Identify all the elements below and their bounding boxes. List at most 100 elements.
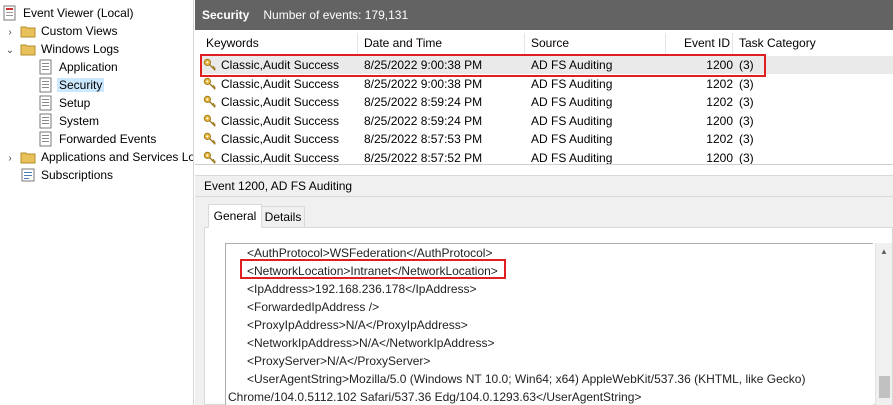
- cell-keywords: Classic,Audit Success: [221, 150, 340, 165]
- xml-line: <IpAddress>192.168.236.178</IpAddress>: [247, 282, 477, 296]
- xml-line: <ForwardedIpAddress />: [247, 300, 380, 314]
- vertical-scrollbar[interactable]: ▲: [875, 243, 892, 405]
- tree-label: Forwarded Events: [59, 132, 157, 146]
- tab-label: General: [213, 209, 257, 223]
- xml-line: <ProxyServer>N/A</ProxyServer>: [247, 354, 431, 368]
- column-header-event-id[interactable]: Event ID: [684, 36, 730, 53]
- tree-label: Windows Logs: [41, 42, 120, 56]
- column-divider[interactable]: [665, 33, 666, 55]
- cell-event-id: 1200: [706, 113, 733, 128]
- cell-task-category: (3): [739, 150, 754, 165]
- tab-label: Details: [264, 210, 302, 224]
- event-xml-textbox[interactable]: <AuthProtocol>WSFederation</AuthProtocol…: [225, 243, 873, 405]
- tree-item-windows-logs[interactable]: Windows Logs: [20, 40, 121, 58]
- event-row[interactable]: Classic,Audit Success 8/25/2022 8:59:24 P…: [201, 93, 893, 111]
- key-icon: [203, 114, 216, 127]
- tab-general[interactable]: General: [208, 204, 262, 228]
- folder-icon: [20, 44, 36, 56]
- event-row[interactable]: Classic,Audit Success 8/25/2022 8:59:24 P…: [201, 112, 893, 130]
- folder-icon: [20, 152, 36, 164]
- column-divider[interactable]: [732, 33, 733, 55]
- tree-item-application[interactable]: Application: [38, 58, 120, 76]
- scrollbar-thumb[interactable]: [879, 376, 890, 398]
- event-row[interactable]: Classic,Audit Success 8/25/2022 9:00:38 P…: [201, 75, 893, 93]
- log-icon: [39, 77, 52, 93]
- cell-keywords: Classic,Audit Success: [221, 76, 340, 91]
- tree-item-setup[interactable]: Setup: [38, 94, 92, 112]
- event-row[interactable]: Classic,Audit Success 8/25/2022 8:57:52 P…: [201, 149, 893, 165]
- cell-source: AD FS Auditing: [531, 76, 613, 91]
- scroll-up-arrow-icon[interactable]: ▲: [880, 247, 888, 256]
- chevron-right-icon[interactable]: ›: [4, 26, 16, 38]
- cell-task-category: (3): [739, 58, 754, 72]
- tree-label: Custom Views: [41, 24, 118, 38]
- tree-label: Event Viewer (Local): [23, 6, 134, 20]
- folder-icon: [20, 26, 36, 38]
- tab-details[interactable]: Details: [261, 206, 305, 228]
- tree-item-forwarded-events[interactable]: Forwarded Events: [38, 130, 158, 148]
- tree-item-root[interactable]: Event Viewer (Local): [2, 4, 136, 22]
- cell-keywords: Classic,Audit Success: [221, 95, 340, 109]
- cell-date-time: 8/25/2022 9:00:38 PM: [364, 58, 483, 72]
- key-icon: [203, 151, 216, 164]
- cell-task-category: (3): [739, 113, 754, 128]
- event-detail-header: Event 1200, AD FS Auditing: [195, 175, 893, 197]
- xml-line: <UserAgentString>Mozilla/5.0 (Windows NT…: [247, 372, 806, 386]
- event-row[interactable]: Classic,Audit Success 8/25/2022 9:00:38 P…: [201, 56, 893, 74]
- tree-item-system[interactable]: System: [38, 112, 101, 130]
- log-header: Security Number of events: 179,131: [195, 0, 893, 30]
- event-row[interactable]: Classic,Audit Success 8/25/2022 8:57:53 P…: [201, 130, 893, 148]
- navigation-tree: Event Viewer (Local) › Custom Views ⌄ Wi…: [0, 0, 194, 405]
- key-icon: [203, 77, 216, 90]
- xml-line: Chrome/104.0.5112.102 Safari/537.36 Edg/…: [228, 390, 642, 404]
- cell-event-id: 1202: [706, 132, 733, 146]
- event-detail-title: Event 1200, AD FS Auditing: [204, 179, 353, 193]
- cell-date-time: 8/25/2022 8:59:24 PM: [364, 95, 483, 109]
- cell-source: AD FS Auditing: [531, 113, 613, 128]
- xml-line: <NetworkLocation>Intranet</NetworkLocati…: [247, 264, 498, 278]
- chevron-down-icon[interactable]: ⌄: [4, 44, 16, 56]
- general-tab-content: <AuthProtocol>WSFederation</AuthProtocol…: [204, 227, 893, 405]
- cell-source: AD FS Auditing: [531, 95, 613, 109]
- cell-source: AD FS Auditing: [531, 132, 613, 146]
- log-icon: [39, 113, 52, 129]
- cell-keywords: Classic,Audit Success: [221, 132, 340, 146]
- cell-task-category: (3): [739, 76, 754, 91]
- column-header-date[interactable]: Date and Time: [364, 36, 442, 53]
- column-divider[interactable]: [357, 33, 358, 55]
- xml-line: <ProxyIpAddress>N/A</ProxyIpAddress>: [247, 318, 468, 332]
- chevron-right-icon[interactable]: ›: [4, 152, 16, 164]
- key-icon: [203, 58, 216, 71]
- tree-label: Applications and Services Lo: [41, 150, 194, 164]
- tree-item-applications-services[interactable]: Applications and Services Lo: [20, 148, 194, 166]
- cell-source: AD FS Auditing: [531, 150, 613, 165]
- cell-source: AD FS Auditing: [531, 58, 613, 72]
- tree-label: Security: [57, 78, 105, 92]
- column-header-task-category[interactable]: Task Category: [739, 36, 816, 53]
- cell-event-id: 1202: [706, 76, 733, 91]
- event-list: Keywords Date and Time Source Event ID T…: [195, 30, 893, 165]
- cell-keywords: Classic,Audit Success: [221, 113, 340, 128]
- event-count: Number of events: 179,131: [263, 8, 409, 22]
- cell-date-time: 8/25/2022 8:59:24 PM: [364, 113, 483, 128]
- tree-item-subscriptions[interactable]: Subscriptions: [20, 166, 115, 184]
- event-viewer-icon: [3, 5, 16, 21]
- cell-date-time: 8/25/2022 9:00:38 PM: [364, 76, 483, 91]
- cell-task-category: (3): [739, 95, 754, 109]
- tree-label: Setup: [59, 96, 91, 110]
- tree-label: Application: [59, 60, 118, 74]
- cell-event-id: 1200: [706, 150, 733, 165]
- subscriptions-icon: [21, 168, 35, 182]
- tree-label: Subscriptions: [41, 168, 114, 182]
- event-detail-pane: General Details <AuthProtocol>WSFederati…: [195, 197, 893, 405]
- tree-item-security[interactable]: Security: [38, 76, 105, 94]
- tree-label: System: [59, 114, 100, 128]
- key-icon: [203, 132, 216, 145]
- cell-event-id: 1200: [706, 58, 733, 72]
- tree-item-custom-views[interactable]: Custom Views: [20, 22, 119, 40]
- cell-date-time: 8/25/2022 8:57:52 PM: [364, 150, 483, 165]
- column-header-source[interactable]: Source: [531, 36, 569, 53]
- column-header-keywords[interactable]: Keywords: [206, 36, 259, 53]
- column-divider[interactable]: [524, 33, 525, 55]
- log-icon: [39, 95, 52, 111]
